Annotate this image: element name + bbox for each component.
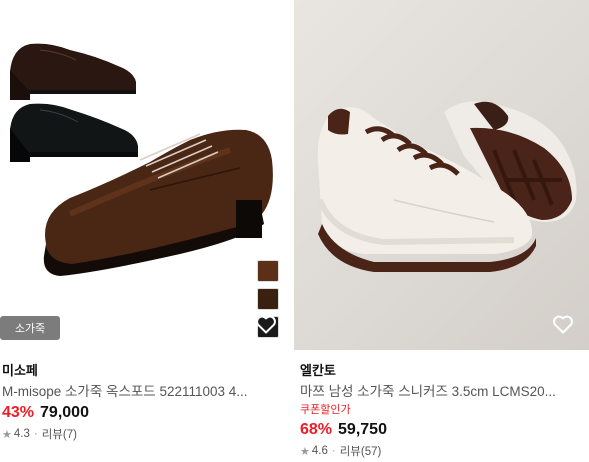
review-count[interactable]: 리뷰(7)	[42, 426, 77, 442]
review-count[interactable]: 리뷰(57)	[340, 443, 382, 459]
price-row: 43% 79,000	[2, 404, 282, 422]
brand-name[interactable]: 미소페	[2, 362, 282, 379]
separator-dot: ·	[33, 428, 38, 440]
coupon-price-label: 쿠폰할인가	[300, 404, 351, 416]
wishlist-button[interactable]	[254, 312, 278, 336]
sale-price: 59,750	[338, 421, 387, 438]
star-icon: ★	[300, 445, 310, 458]
sale-price: 79,000	[40, 404, 89, 421]
product-card[interactable]: 엘칸토 마쯔 남성 소가죽 스니커즈 3.5cm LCMS20... 쿠폰할인가…	[294, 0, 589, 459]
color-swatch-dark-brown[interactable]	[257, 288, 279, 310]
discount-rate: 68%	[300, 421, 333, 438]
star-icon: ★	[2, 428, 12, 441]
product-image[interactable]	[294, 0, 589, 350]
rating-row: ★ 4.6 · 리뷰(57)	[300, 443, 585, 459]
leather-badge: 소가죽	[0, 316, 60, 340]
color-swatch-brown[interactable]	[257, 260, 279, 282]
heart-outline-icon	[256, 315, 276, 334]
separator-dot: ·	[331, 445, 336, 457]
oxford-shoe-image	[10, 43, 273, 276]
wishlist-button[interactable]	[551, 312, 575, 336]
heart-outline-icon	[553, 315, 573, 334]
rating-value: 4.3	[13, 428, 30, 440]
price-row: 68% 59,750	[300, 421, 585, 439]
rating-value: 4.6	[311, 445, 328, 457]
product-title[interactable]: M-misope 소가죽 옥스포드 522111003 4...	[2, 382, 282, 402]
product-title[interactable]: 마쯔 남성 소가죽 스니커즈 3.5cm LCMS20...	[300, 382, 585, 402]
product-card[interactable]: 소가죽 미소페 M-misope 소가죽 옥스포드 522111003 4...…	[0, 0, 286, 442]
rating-row: ★ 4.3 · 리뷰(7)	[2, 426, 282, 442]
sneaker-image	[317, 101, 577, 272]
discount-rate: 43%	[2, 404, 35, 421]
product-image[interactable]: 소가죽	[0, 0, 286, 350]
brand-name[interactable]: 엘칸토	[300, 362, 585, 379]
